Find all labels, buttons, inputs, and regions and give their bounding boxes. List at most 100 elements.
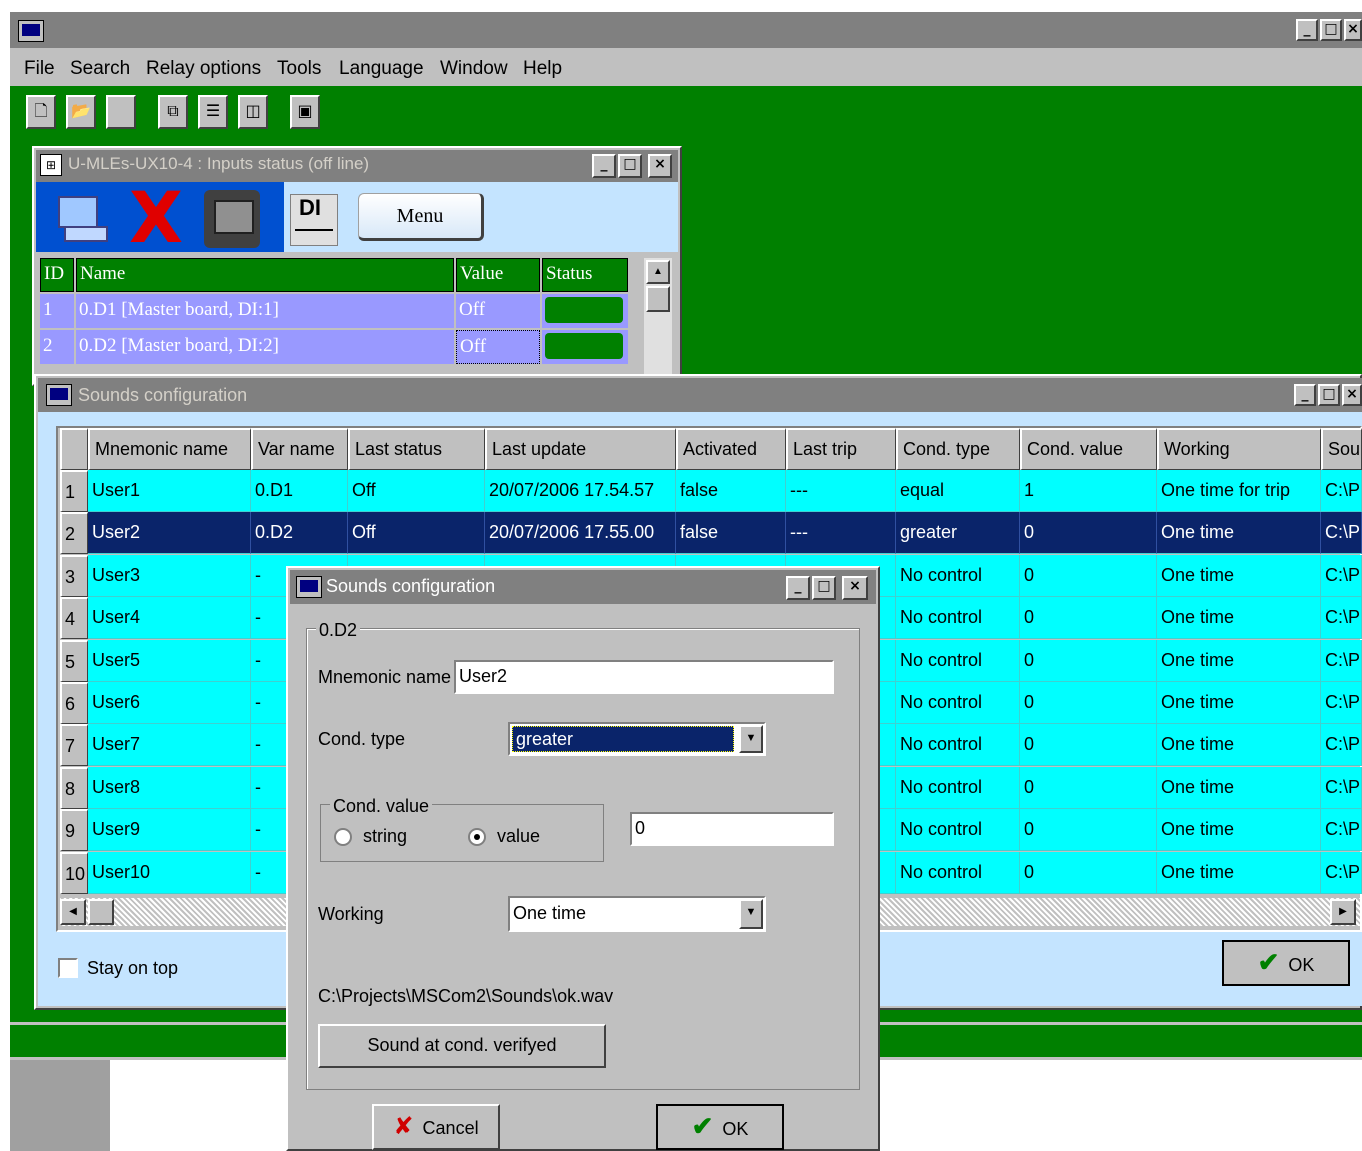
row-number[interactable]: 2 bbox=[60, 512, 88, 554]
inputs-id-cell: 1 bbox=[40, 294, 74, 328]
inputs-menu-label: Menu bbox=[396, 205, 444, 227]
row-number[interactable]: 1 bbox=[60, 470, 88, 512]
cascade-windows-icon[interactable]: ⧉ bbox=[158, 95, 188, 129]
chevron-down-icon[interactable]: ▼ bbox=[739, 899, 763, 929]
col-working[interactable]: Working bbox=[1157, 428, 1321, 470]
menu-relay-options[interactable]: Relay options bbox=[146, 58, 261, 80]
dialog-minimize-button[interactable]: _ bbox=[786, 576, 810, 600]
cell-sound: C:\P bbox=[1321, 512, 1362, 554]
col-last-update[interactable]: Last update bbox=[485, 428, 676, 470]
col-cond-type[interactable]: Cond. type bbox=[896, 428, 1020, 470]
row-number[interactable]: 6 bbox=[60, 682, 88, 724]
inputs-minimize-button[interactable]: _ bbox=[592, 154, 616, 178]
dialog-ok-button[interactable]: ✔ OK bbox=[656, 1104, 784, 1150]
dialog-cancel-label: Cancel bbox=[422, 1118, 479, 1138]
main-close-button[interactable]: × bbox=[1344, 19, 1362, 41]
cond-type-select[interactable]: greater ▼ bbox=[508, 722, 766, 756]
scroll-left-arrow-icon[interactable]: ◀ bbox=[60, 899, 86, 925]
col-last-status[interactable]: Last status bbox=[348, 428, 485, 470]
scroll-thumb[interactable] bbox=[646, 286, 670, 312]
cell-working: One time bbox=[1157, 809, 1321, 851]
dialog-cancel-button[interactable]: ✘ Cancel bbox=[372, 1104, 500, 1150]
sound-at-cond-button[interactable]: Sound at cond. verifyed bbox=[318, 1024, 606, 1068]
scroll-up-arrow-icon[interactable]: ▲ bbox=[646, 260, 670, 284]
sounds-window-icon bbox=[46, 384, 72, 406]
radio-value[interactable] bbox=[468, 828, 486, 846]
new-file-icon[interactable]: 🗋 bbox=[26, 95, 56, 129]
tile-vertical-icon[interactable]: ◫ bbox=[238, 95, 268, 129]
inputs-status-indicator bbox=[542, 294, 628, 328]
col-last-trip[interactable]: Last trip bbox=[786, 428, 896, 470]
digital-input-icon[interactable]: DI bbox=[290, 194, 338, 246]
row-number[interactable]: 5 bbox=[60, 640, 88, 682]
inputs-menu-button[interactable]: Menu bbox=[358, 193, 484, 241]
col-mnemonic-name[interactable]: Mnemonic name bbox=[88, 428, 251, 470]
menu-tools[interactable]: Tools bbox=[277, 58, 321, 80]
cell-status: Off bbox=[348, 470, 485, 512]
relay-device-icon[interactable] bbox=[204, 190, 260, 248]
inputs-status-indicator bbox=[542, 330, 628, 364]
inputs-value-cell: Off bbox=[456, 294, 540, 328]
inputs-vscrollbar[interactable]: ▲ bbox=[644, 258, 672, 376]
row-number[interactable]: 4 bbox=[60, 597, 88, 639]
screen-icon[interactable]: ▣ bbox=[290, 95, 320, 129]
disconnect-icon[interactable]: X bbox=[128, 183, 184, 253]
col-var-name[interactable]: Var name bbox=[251, 428, 348, 470]
cond-type-label: Cond. type bbox=[318, 729, 406, 749]
computer-icon[interactable] bbox=[54, 192, 114, 244]
cell-sound: C:\P bbox=[1321, 809, 1362, 851]
cell-working: One time bbox=[1157, 682, 1321, 724]
sounds-close-button[interactable]: × bbox=[1342, 384, 1362, 406]
menu-window[interactable]: Window bbox=[440, 58, 508, 80]
sounds-ok-button[interactable]: ✔ OK bbox=[1222, 940, 1350, 986]
row-number[interactable]: 9 bbox=[60, 809, 88, 851]
check-icon: ✔ bbox=[1257, 947, 1280, 977]
radio-string[interactable] bbox=[334, 828, 352, 846]
cell-working: One time bbox=[1157, 555, 1321, 597]
radio-value-label: value bbox=[497, 826, 541, 846]
main-maximize-button[interactable]: □ bbox=[1320, 19, 1342, 41]
open-folder-icon[interactable]: 📂 bbox=[66, 95, 96, 129]
cell-cond-type: No control bbox=[896, 724, 1020, 766]
cell-cond-value: 0 bbox=[1020, 555, 1157, 597]
hscroll-thumb[interactable] bbox=[88, 899, 114, 925]
tile-horizontal-icon[interactable]: ☰ bbox=[198, 95, 228, 129]
inputs-maximize-button[interactable]: □ bbox=[618, 154, 642, 178]
working-selected: One time bbox=[513, 903, 587, 923]
row-number[interactable]: 10 bbox=[60, 852, 88, 894]
col-cond-value[interactable]: Cond. value bbox=[1020, 428, 1157, 470]
cell-sound: C:\P bbox=[1321, 852, 1362, 894]
cell-mnemonic: User1 bbox=[88, 470, 251, 512]
menu-file[interactable]: File bbox=[24, 58, 55, 80]
dialog-close-button[interactable]: × bbox=[842, 576, 868, 600]
sounds-ok-label: OK bbox=[1288, 955, 1315, 975]
cell-var: 0.D2 bbox=[251, 512, 348, 554]
menu-help[interactable]: Help bbox=[523, 58, 562, 80]
cell-update: 20/07/2006 17.55.00 bbox=[485, 512, 676, 554]
cell-cond-value: 1 bbox=[1020, 470, 1157, 512]
mnemonic-name-input[interactable]: User2 bbox=[454, 660, 834, 694]
chevron-down-icon[interactable]: ▼ bbox=[739, 725, 763, 753]
row-number[interactable]: 8 bbox=[60, 767, 88, 809]
col-activated[interactable]: Activated bbox=[676, 428, 786, 470]
inputs-close-button[interactable]: × bbox=[648, 154, 672, 178]
cell-cond-type: No control bbox=[896, 809, 1020, 851]
blank-icon[interactable] bbox=[106, 95, 136, 129]
sounds-maximize-button[interactable]: □ bbox=[1318, 384, 1340, 406]
cond-value-input[interactable]: 0 bbox=[630, 812, 834, 846]
row-number[interactable]: 7 bbox=[60, 724, 88, 766]
cell-cond-value: 0 bbox=[1020, 767, 1157, 809]
working-select[interactable]: One time ▼ bbox=[508, 896, 766, 932]
col-sound[interactable]: Sou bbox=[1321, 428, 1362, 470]
row-number[interactable]: 3 bbox=[60, 555, 88, 597]
main-minimize-button[interactable]: _ bbox=[1296, 19, 1318, 41]
sounds-minimize-button[interactable]: _ bbox=[1294, 384, 1316, 406]
inputs-col-name: Name bbox=[76, 258, 454, 292]
menu-language[interactable]: Language bbox=[339, 58, 424, 80]
scroll-right-arrow-icon[interactable]: ▶ bbox=[1330, 899, 1356, 925]
stay-on-top-checkbox[interactable] bbox=[58, 958, 78, 978]
cell-sound: C:\P bbox=[1321, 597, 1362, 639]
sounds-window-title: Sounds configuration bbox=[78, 385, 248, 405]
dialog-maximize-button[interactable]: □ bbox=[812, 576, 836, 600]
menu-search[interactable]: Search bbox=[70, 58, 130, 80]
